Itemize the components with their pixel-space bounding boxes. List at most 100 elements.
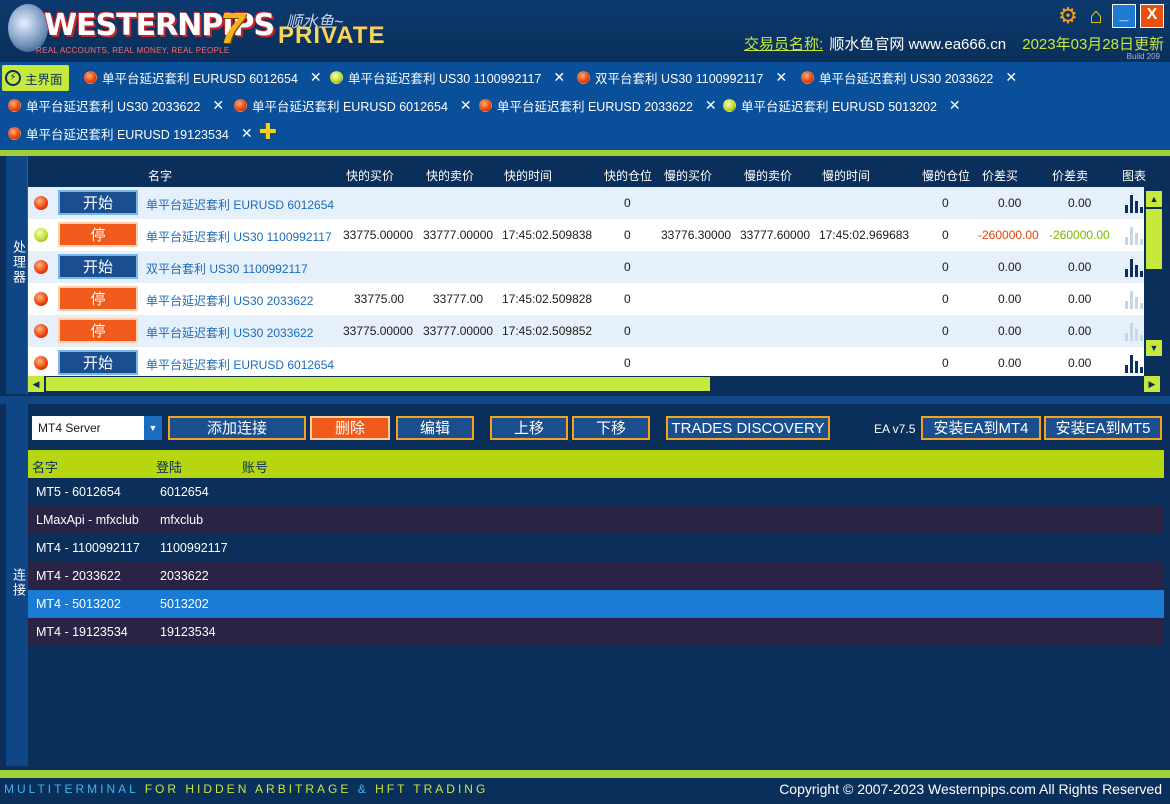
move-up-button[interactable]: 上移	[490, 416, 568, 440]
row-name[interactable]: 单平台延迟套利 EURUSD 6012654	[146, 196, 334, 213]
tab-item[interactable]: 单平台延迟套利 US30 2033622 ✕	[801, 64, 1017, 90]
processor-side-tab[interactable]: 处理器	[6, 156, 28, 394]
tab-main[interactable]: ⚡ 主界面	[2, 65, 69, 91]
close-tab-icon[interactable]: ✕	[460, 97, 472, 114]
tab-item[interactable]: 单平台延迟套利 US30 2033622 ✕	[8, 92, 224, 118]
divider	[0, 396, 1170, 404]
tab-label: 单平台延迟套利 US30 2033622	[26, 99, 201, 114]
add-tab-icon[interactable]: ✚	[258, 121, 278, 143]
row-name[interactable]: 双平台套利 US30 1100992117	[146, 260, 308, 277]
stop-button[interactable]: 停	[58, 222, 138, 247]
close-tab-icon[interactable]: ✕	[949, 97, 961, 114]
conn-login: 6012654	[160, 485, 209, 499]
scroll-up-icon[interactable]: ▲	[1146, 191, 1162, 207]
install-ea-mt4-button[interactable]: 安装EA到MT4	[921, 416, 1041, 440]
col-fast-bid: 快的买价	[346, 169, 395, 183]
table-row[interactable]: 开始 单平台延迟套利 EURUSD 6012654 0 0 0.00 0.00	[28, 187, 1144, 219]
bar-chart-icon[interactable]	[1124, 257, 1144, 277]
list-item[interactable]: MT4 - 19123534 19123534	[28, 618, 1164, 646]
close-tab-icon[interactable]: ✕	[212, 97, 224, 114]
tab-item[interactable]: 单平台延迟套利 US30 1100992117 ✕	[330, 64, 565, 90]
scroll-left-icon[interactable]: ◀	[28, 376, 44, 392]
close-tab-icon[interactable]: ✕	[553, 69, 565, 86]
scroll-right-icon[interactable]: ▶	[1144, 376, 1160, 392]
tab-item[interactable]: 单平台延迟套利 EURUSD 5013202 ✕	[723, 92, 961, 118]
table-row[interactable]: 开始 单平台延迟套利 EURUSD 6012654 0 0 0.00 0.00	[28, 347, 1144, 376]
trader-label[interactable]: 交易员名称:	[744, 36, 823, 53]
brand-tagline: REAL ACCOUNTS, REAL MONEY, REAL PEOPLE	[36, 46, 230, 55]
status-dot-icon	[801, 70, 814, 84]
add-connection-button[interactable]: 添加连接	[168, 416, 306, 440]
trader-info: 交易员名称: 顺水鱼官网 www.ea666.cn 2023年03月28日更新	[744, 33, 1164, 54]
tag-multiterminal: MULTITERMINAL	[4, 782, 139, 796]
start-button[interactable]: 开始	[58, 190, 138, 215]
start-button[interactable]: 开始	[58, 350, 138, 375]
bar-chart-icon[interactable]	[1124, 225, 1144, 245]
scroll-thumb[interactable]	[1146, 209, 1162, 269]
trades-discovery-button[interactable]: TRADES DISCOVERY	[666, 416, 830, 440]
update-date: 2023年03月28日更新	[1022, 36, 1164, 53]
stop-button[interactable]: 停	[58, 286, 138, 311]
list-item[interactable]: MT5 - 6012654 6012654	[28, 478, 1164, 506]
delete-button[interactable]: 删除	[310, 416, 390, 440]
horizontal-scrollbar[interactable]: ◀ ▶	[28, 376, 1164, 392]
close-tab-icon[interactable]: ✕	[775, 69, 787, 86]
vertical-scrollbar[interactable]: ▲ ▼	[1144, 187, 1164, 376]
conn-name: MT4 - 5013202	[36, 597, 121, 611]
close-button[interactable]: X	[1140, 4, 1164, 28]
bar-chart-icon[interactable]	[1124, 289, 1144, 309]
list-item[interactable]: MT4 - 2033622 2033622	[28, 562, 1164, 590]
row-name[interactable]: 单平台延迟套利 US30 2033622	[146, 292, 313, 309]
gear-icon[interactable]: ⚙	[1056, 4, 1080, 28]
tab-label: 单平台延迟套利 US30 2033622	[819, 71, 994, 86]
close-tab-icon[interactable]: ✕	[705, 97, 717, 114]
edit-button[interactable]: 编辑	[396, 416, 474, 440]
row-fast-bid: 33775.00000	[343, 324, 414, 338]
status-dot-icon	[8, 98, 21, 112]
conn-login: 5013202	[160, 597, 209, 611]
tab-item[interactable]: 单平台延迟套利 EURUSD 6012654 ✕	[234, 92, 472, 118]
move-down-button[interactable]: 下移	[572, 416, 650, 440]
close-tab-icon[interactable]: ✕	[1005, 69, 1017, 86]
row-slow-pos: 0	[942, 356, 949, 370]
chevron-down-icon[interactable]: ▼	[144, 416, 162, 440]
table-row[interactable]: 停 单平台延迟套利 US30 1100992117 33775.00000 33…	[28, 219, 1144, 251]
table-row[interactable]: 停 单平台延迟套利 US30 2033622 33775.00 33777.00…	[28, 283, 1144, 315]
install-ea-mt5-button[interactable]: 安装EA到MT5	[1044, 416, 1162, 440]
row-name[interactable]: 单平台延迟套利 US30 1100992117	[146, 228, 332, 245]
status-dot-icon	[34, 292, 48, 306]
list-item[interactable]: MT4 - 1100992117 1100992117	[28, 534, 1164, 562]
table-row[interactable]: 停 单平台延迟套利 US30 2033622 33775.00000 33777…	[28, 315, 1144, 347]
close-tab-icon[interactable]: ✕	[241, 125, 253, 142]
list-item-selected[interactable]: MT4 - 5013202 5013202	[28, 590, 1164, 618]
row-fast-time: 17:45:02.509838	[502, 228, 593, 242]
bar-chart-icon[interactable]	[1124, 353, 1144, 373]
scroll-down-icon[interactable]: ▼	[1146, 340, 1162, 356]
server-select[interactable]: MT4 Server ▼	[32, 416, 162, 440]
row-name[interactable]: 单平台延迟套利 US30 2033622	[146, 324, 313, 341]
stop-button[interactable]: 停	[58, 318, 138, 343]
scroll-thumb[interactable]	[46, 377, 710, 391]
bar-chart-icon[interactable]	[1124, 321, 1144, 341]
close-tab-icon[interactable]: ✕	[310, 69, 322, 86]
row-slow-ask: 33777.60000	[740, 228, 811, 242]
home-icon[interactable]: ⌂	[1084, 4, 1108, 28]
row-slow-bid: 33776.30000	[661, 228, 732, 242]
connections-side-tab[interactable]: 连接	[6, 404, 28, 766]
row-name[interactable]: 单平台延迟套利 EURUSD 6012654	[146, 356, 334, 373]
ea-version: EA v7.5	[874, 422, 916, 436]
bar-chart-icon[interactable]	[1124, 193, 1144, 213]
start-button[interactable]: 开始	[58, 254, 138, 279]
table-row[interactable]: 开始 双平台套利 US30 1100992117 0 0 0.00 0.00	[28, 251, 1144, 283]
row-fast-pos: 0	[624, 324, 631, 338]
row-spread-sell: 0.00	[1068, 260, 1092, 274]
tab-item[interactable]: 单平台延迟套利 EURUSD 2033622 ✕	[479, 92, 717, 118]
tab-item[interactable]: 单平台延迟套利 EURUSD 19123534 ✕	[8, 120, 253, 146]
list-item[interactable]: LMaxApi - mfxclub mfxclub	[28, 506, 1164, 534]
tab-item[interactable]: 单平台延迟套利 EURUSD 6012654 ✕	[84, 64, 322, 90]
version-mark: 7	[220, 4, 245, 53]
conn-name: MT4 - 1100992117	[36, 541, 140, 555]
status-dot-icon	[34, 228, 48, 242]
minimize-button[interactable]: _	[1112, 4, 1136, 28]
tab-item[interactable]: 双平台套利 US30 1100992117 ✕	[577, 64, 787, 90]
